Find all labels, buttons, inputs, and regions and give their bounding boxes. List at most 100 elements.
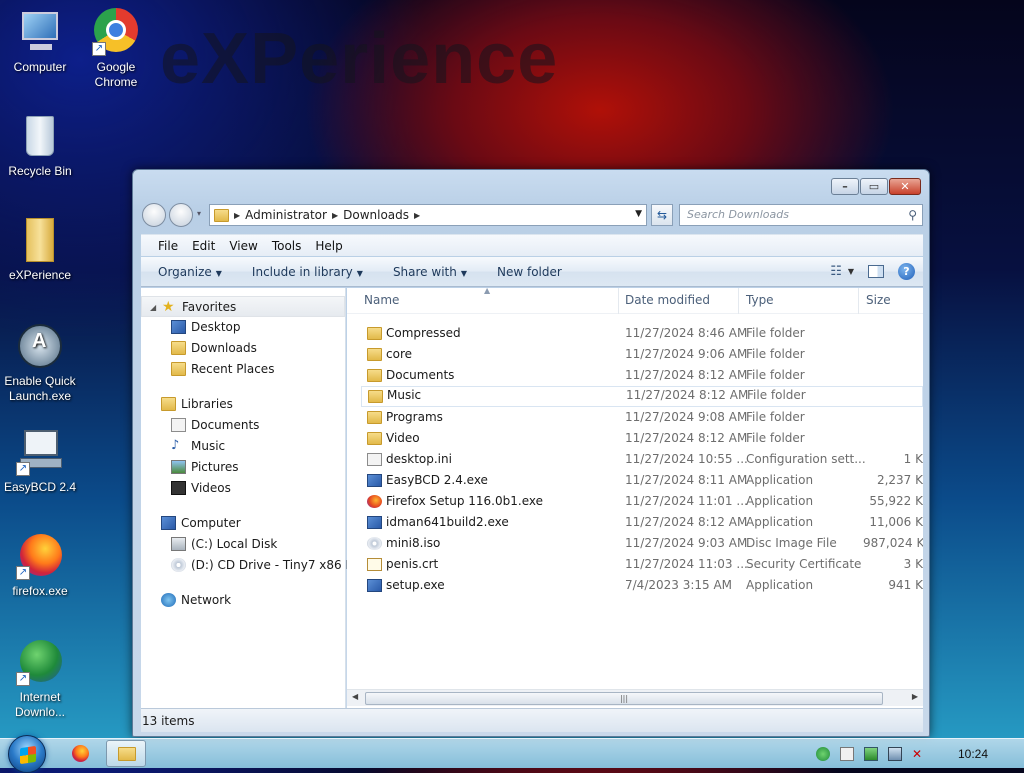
menu-view[interactable]: View bbox=[229, 239, 257, 253]
refresh-button[interactable]: ⇆ bbox=[651, 204, 673, 226]
file-name: Programs bbox=[386, 410, 443, 424]
application-icon bbox=[367, 516, 382, 529]
network-tray-icon[interactable] bbox=[887, 747, 902, 761]
file-row[interactable]: idman641build2.exe 11/27/2024 8:12 AM Appl… bbox=[347, 512, 923, 533]
address-dropdown-icon[interactable]: ▼ bbox=[635, 209, 642, 219]
desktop-icon-recycle-bin[interactable]: Recycle Bin bbox=[0, 112, 80, 179]
column-size[interactable]: Size bbox=[866, 293, 891, 307]
certificate-icon bbox=[367, 558, 382, 571]
file-row[interactable]: core 11/27/2024 9:06 AM File folder bbox=[347, 344, 923, 365]
nav-item-videos[interactable]: Videos bbox=[141, 478, 345, 499]
column-date-modified[interactable]: Date modified bbox=[625, 293, 710, 307]
help-icon[interactable]: ? bbox=[898, 263, 915, 280]
file-row[interactable]: desktop.ini 11/27/2024 10:55 ... Configura… bbox=[347, 449, 923, 470]
nav-item-pictures[interactable]: Pictures bbox=[141, 457, 345, 478]
address-bar[interactable]: ▶ Administrator ▶ Downloads ▶ ▼ bbox=[209, 204, 647, 226]
file-size: 55,922 K bbox=[869, 494, 923, 508]
document-tray-icon[interactable] bbox=[839, 747, 854, 761]
nav-item-desktop[interactable]: Desktop bbox=[141, 317, 345, 338]
file-row[interactable]: Compressed 11/27/2024 8:46 AM File folder bbox=[347, 323, 923, 344]
breadcrumb-downloads[interactable]: Downloads bbox=[343, 208, 409, 222]
search-icon[interactable]: ⚲ bbox=[908, 205, 917, 225]
shortcut-arrow-icon: ↗ bbox=[16, 672, 30, 686]
nav-item-downloads[interactable]: Downloads bbox=[141, 338, 345, 359]
sort-ascending-icon: ▲ bbox=[484, 288, 491, 295]
new-folder-button[interactable]: New folder bbox=[497, 265, 562, 279]
view-dropdown-icon[interactable]: ▼ bbox=[848, 267, 854, 276]
breadcrumb-administrator[interactable]: Administrator bbox=[245, 208, 327, 222]
back-button[interactable] bbox=[142, 203, 166, 227]
collapse-arrow-icon[interactable]: ◢ bbox=[150, 297, 156, 318]
file-type: File folder bbox=[746, 347, 805, 361]
scroll-right-icon[interactable]: ▶ bbox=[912, 692, 918, 701]
file-icon bbox=[367, 453, 382, 466]
file-row[interactable]: Programs 11/27/2024 9:08 AM File folder bbox=[347, 407, 923, 428]
address-row: ▾ ▶ Administrator ▶ Downloads ▶ ▼ ⇆ Sear… bbox=[141, 203, 923, 227]
view-options-icon[interactable]: ☷ bbox=[830, 264, 842, 279]
menu-tools[interactable]: Tools bbox=[272, 239, 302, 253]
idm-tray-icon[interactable] bbox=[815, 747, 830, 761]
nav-favorites[interactable]: ◢ ★ Favorites bbox=[141, 296, 345, 317]
file-size: 941 K bbox=[888, 578, 923, 592]
minimize-button[interactable]: – bbox=[831, 178, 859, 195]
file-row[interactable]: penis.crt 11/27/2024 11:03 ... Security Ce… bbox=[347, 554, 923, 575]
nav-item-recent-places[interactable]: Recent Places bbox=[141, 359, 345, 380]
menu-edit[interactable]: Edit bbox=[192, 239, 215, 253]
quick-launch-icon: A bbox=[16, 322, 64, 370]
file-row[interactable]: mini8.iso 11/27/2024 9:03 AM Disc Image Fi… bbox=[347, 533, 923, 554]
close-button[interactable]: ✕ bbox=[889, 178, 921, 195]
forward-button[interactable] bbox=[169, 203, 193, 227]
taskbar-explorer[interactable] bbox=[106, 740, 146, 767]
file-date-modified: 11/27/2024 8:12 AM bbox=[625, 431, 748, 445]
desktop-icon-quick-launch[interactable]: A Enable Quick Launch.exe bbox=[0, 322, 80, 404]
search-input[interactable]: Search Downloads ⚲ bbox=[679, 204, 923, 226]
scroll-left-icon[interactable]: ◀ bbox=[352, 692, 358, 701]
breadcrumb-separator-icon[interactable]: ▶ bbox=[234, 211, 240, 220]
firefox-icon bbox=[367, 495, 382, 508]
folder-icon bbox=[214, 208, 229, 222]
recent-pages-dropdown[interactable]: ▾ bbox=[197, 209, 201, 218]
nav-item-c-drive[interactable]: (C:) Local Disk bbox=[141, 534, 345, 555]
nav-label: Documents bbox=[191, 418, 260, 432]
nav-label: Recent Places bbox=[191, 362, 275, 376]
taskbar-firefox[interactable] bbox=[60, 740, 100, 767]
nav-libraries[interactable]: Libraries bbox=[141, 394, 345, 415]
nav-item-music[interactable]: ♪ Music bbox=[141, 436, 345, 457]
nav-item-d-drive[interactable]: (D:) CD Drive - Tiny7 x86 R1 bbox=[141, 555, 361, 576]
action-center-icon[interactable] bbox=[863, 747, 878, 761]
include-in-library-button[interactable]: Include in library ▼ bbox=[252, 265, 363, 279]
file-row[interactable]: setup.exe 7/4/2023 3:15 AM Application 941 … bbox=[347, 575, 923, 596]
maximize-button[interactable]: ▭ bbox=[860, 178, 888, 195]
nav-computer[interactable]: Computer bbox=[141, 513, 345, 534]
desktop-icon-easybcd[interactable]: ↗ EasyBCD 2.4 bbox=[0, 428, 80, 495]
start-button[interactable] bbox=[8, 735, 46, 773]
file-date-modified: 11/27/2024 8:12 AM bbox=[626, 388, 749, 402]
nav-item-documents[interactable]: Documents bbox=[141, 415, 345, 436]
desktop-icon-firefox[interactable]: ↗ firefox.exe bbox=[0, 532, 80, 599]
desktop-icon-internet-download-manager[interactable]: ↗ Internet Downlo... bbox=[0, 638, 80, 720]
breadcrumb-separator-icon[interactable]: ▶ bbox=[332, 211, 338, 220]
organize-button[interactable]: Organize ▼ bbox=[158, 265, 222, 279]
horizontal-scrollbar[interactable]: ◀ ||| ▶ bbox=[347, 689, 923, 706]
column-name[interactable]: Name bbox=[364, 293, 399, 307]
menu-file[interactable]: File bbox=[158, 239, 178, 253]
file-row[interactable]: Music 11/27/2024 8:12 AM File folder bbox=[361, 386, 923, 407]
column-type[interactable]: Type bbox=[746, 293, 774, 307]
file-row[interactable]: Firefox Setup 116.0b1.exe 11/27/2024 11:0… bbox=[347, 491, 923, 512]
desktop-icon-computer[interactable]: Computer bbox=[0, 8, 80, 75]
share-with-button[interactable]: Share with ▼ bbox=[393, 265, 467, 279]
preview-pane-icon[interactable] bbox=[868, 265, 884, 278]
file-row[interactable]: EasyBCD 2.4.exe 11/27/2024 8:11 AM Applica… bbox=[347, 470, 923, 491]
desktop-icon-experience-folder[interactable]: eXPerience bbox=[0, 216, 80, 283]
scrollbar-thumb[interactable]: ||| bbox=[365, 692, 883, 705]
clock[interactable]: 10:24 bbox=[958, 747, 988, 761]
item-count: 13 items bbox=[142, 714, 195, 728]
volume-muted-icon[interactable]: ✕ bbox=[912, 747, 926, 761]
breadcrumb-separator-icon[interactable]: ▶ bbox=[414, 211, 420, 220]
file-row[interactable]: Documents 11/27/2024 8:12 AM File folder bbox=[347, 365, 923, 386]
nav-network[interactable]: Network bbox=[141, 590, 345, 611]
desktop-icon-chrome[interactable]: ↗ Google Chrome bbox=[76, 8, 156, 90]
menu-help[interactable]: Help bbox=[315, 239, 342, 253]
file-row[interactable]: Video 11/27/2024 8:12 AM File folder bbox=[347, 428, 923, 449]
close-icon: ✕ bbox=[900, 180, 910, 193]
